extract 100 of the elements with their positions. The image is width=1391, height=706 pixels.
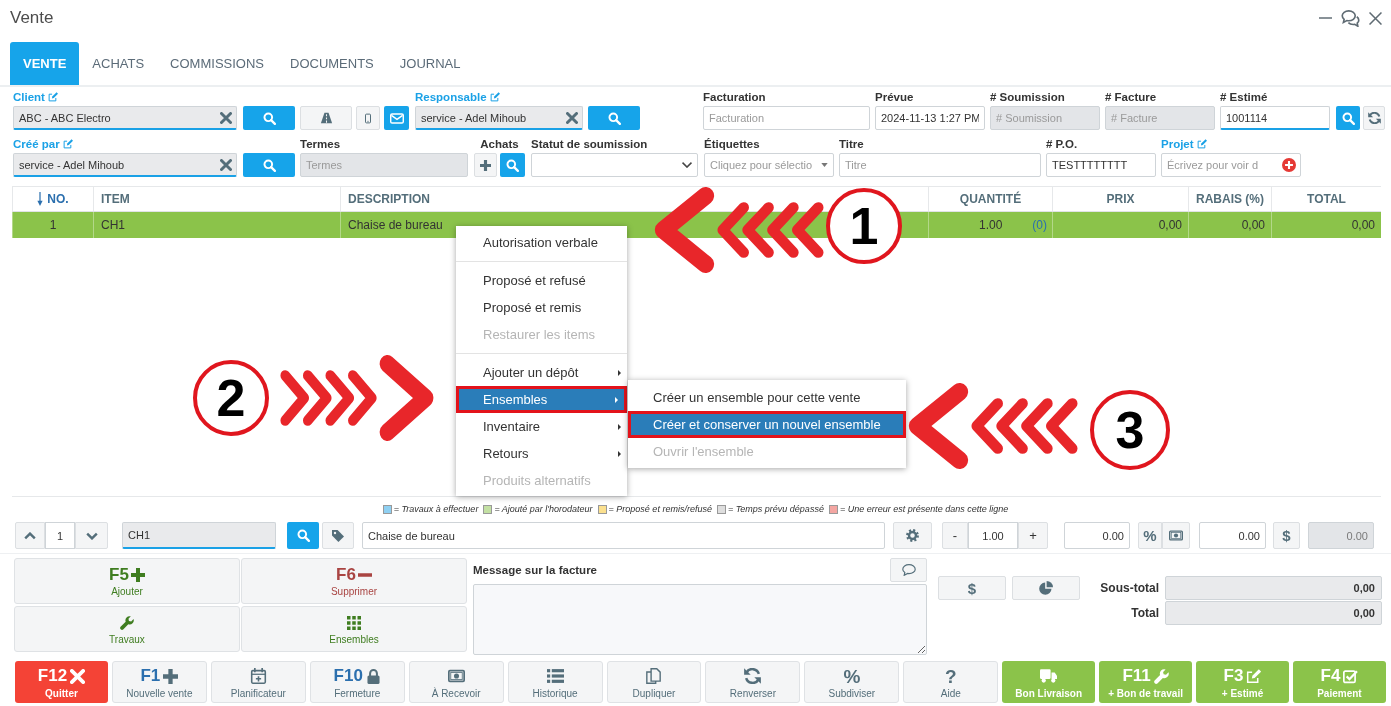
banknote-icon <box>447 668 465 684</box>
add-button[interactable] <box>474 153 497 177</box>
plus-circle-icon[interactable] <box>1282 158 1296 172</box>
clear-icon[interactable] <box>220 112 232 124</box>
reverse-button[interactable]: Renverser <box>705 661 801 703</box>
title-field[interactable]: Titre <box>839 153 1041 177</box>
history-button[interactable]: Historique <box>507 661 603 703</box>
action-button[interactable]: Ensembles <box>241 606 467 652</box>
scheduler-button[interactable]: Planificateur <box>210 661 306 703</box>
created-by-field[interactable]: service - Adel Mihoub <box>13 153 237 177</box>
tags-field[interactable]: Cliquez pour sélectio <box>704 153 834 177</box>
client-field[interactable]: ABC - ABC Electro <box>13 106 237 130</box>
field-label: Facturation <box>703 90 766 105</box>
duplicate-button[interactable]: Dupliquer <box>606 661 702 703</box>
column-header[interactable]: PRIX <box>1052 187 1188 211</box>
edit-icon <box>1246 668 1262 684</box>
previous-line-button[interactable] <box>15 522 45 549</box>
refresh-icon <box>1367 112 1381 124</box>
responsible-link[interactable]: Responsable <box>415 89 500 105</box>
action-button[interactable]: F5 Ajouter <box>14 558 240 604</box>
percent-button[interactable]: % <box>1138 522 1162 549</box>
tab[interactable]: JOURNAL <box>386 42 474 85</box>
quit-button[interactable]: F12 Quitter <box>15 661 108 703</box>
road-button[interactable] <box>300 106 352 130</box>
item-code-field[interactable]: CH1 <box>122 522 276 549</box>
window-title: Vente <box>10 8 54 28</box>
tab[interactable]: ACHATS <box>79 42 158 85</box>
search-button[interactable] <box>287 522 319 549</box>
quantity-field[interactable]: 1.00 <box>968 522 1018 549</box>
menu-item[interactable]: Retours <box>456 440 627 467</box>
project-field[interactable]: Écrivez pour voir d <box>1161 153 1301 177</box>
x-mark-icon <box>70 668 86 684</box>
clear-icon[interactable] <box>220 159 232 171</box>
responsible-field[interactable]: service - Adel Mihoub <box>415 106 583 130</box>
next-line-button[interactable] <box>75 522 108 549</box>
tab[interactable]: VENTE <box>10 42 80 85</box>
billing-field[interactable]: Facturation <box>703 106 870 130</box>
caret-icon <box>682 162 692 168</box>
tab[interactable]: COMMISSIONS <box>157 42 277 85</box>
menu-item[interactable]: Créer un ensemble pour cette vente <box>628 384 906 411</box>
menu-item[interactable]: Proposé et refusé <box>456 267 627 294</box>
sort-arrow-icon <box>37 192 44 206</box>
amount-field[interactable]: 0.00 <box>1199 522 1266 549</box>
action-button[interactable]: Travaux <box>14 606 240 652</box>
banknote-button[interactable] <box>1162 522 1190 549</box>
email-button[interactable] <box>384 106 409 130</box>
chart-button[interactable] <box>1012 576 1080 600</box>
column-header[interactable]: RABAIS (%) <box>1188 187 1271 211</box>
copy-icon <box>645 668 663 684</box>
column-header[interactable]: QUANTITÉ <box>928 187 1052 211</box>
comment-button[interactable] <box>890 558 927 582</box>
column-header[interactable]: TOTAL <box>1271 187 1381 211</box>
search-button[interactable] <box>1336 106 1360 130</box>
menu-item[interactable]: Ensembles <box>456 386 627 413</box>
menu-item[interactable]: Créer et conserver un nouvel ensemble <box>628 411 906 438</box>
column-header[interactable]: ITEM <box>93 187 340 211</box>
dollar-button[interactable]: $ <box>1273 522 1300 549</box>
help-button[interactable]: ? Aide <box>903 661 999 703</box>
close-icon[interactable] <box>1369 11 1382 25</box>
total-label: Sous-total <box>1100 581 1159 595</box>
action-button[interactable]: F6 Supprimer <box>241 558 467 604</box>
description-field[interactable]: Chaise de bureau <box>362 522 885 549</box>
amount-field[interactable]: 0.00 <box>1064 522 1130 549</box>
clear-icon[interactable] <box>566 112 578 124</box>
closing-button[interactable]: F10 Fermeture <box>309 661 405 703</box>
column-header[interactable]: NO. <box>12 187 93 211</box>
search-button[interactable] <box>588 106 640 130</box>
decrease-button[interactable]: - <box>942 522 968 549</box>
dollar-button[interactable]: $ <box>938 576 1006 600</box>
new-sale-button[interactable]: F1 Nouvelle vente <box>111 661 207 703</box>
chat-icon[interactable] <box>1341 9 1360 27</box>
refresh-button[interactable] <box>1363 106 1385 130</box>
settings-button[interactable] <box>893 522 932 549</box>
date-field[interactable]: 2024-11-13 1:27 PM <box>875 106 985 130</box>
estimate-number-field[interactable]: 1001114 <box>1220 106 1330 130</box>
increase-button[interactable]: + <box>1018 522 1048 549</box>
split-button[interactable]: % Subdiviser <box>804 661 900 703</box>
phone-button[interactable] <box>356 106 380 130</box>
menu-item[interactable]: Ajouter un dépôt <box>456 359 627 386</box>
tab[interactable]: DOCUMENTS <box>277 42 387 85</box>
invoice-message-field[interactable] <box>473 584 927 655</box>
search-button[interactable] <box>243 153 295 177</box>
client-link[interactable]: Client <box>13 89 58 105</box>
chevron-down-icon <box>85 531 98 540</box>
menu-item[interactable]: Proposé et remis <box>456 294 627 321</box>
receivable-button[interactable]: À Recevoir <box>408 661 504 703</box>
step-number: 3 <box>1090 390 1170 470</box>
legend-label: = Temps prévu dépassé <box>727 504 824 514</box>
line-number-field[interactable]: 1 <box>45 522 75 549</box>
submenu-arrow-icon <box>618 450 621 457</box>
created-by-link[interactable]: Créé par <box>13 136 73 152</box>
project-link[interactable]: Projet <box>1161 136 1207 152</box>
plus-icon <box>480 159 491 171</box>
tag-button[interactable] <box>322 522 354 549</box>
menu-item[interactable]: Inventaire <box>456 413 627 440</box>
search-button[interactable] <box>500 153 525 177</box>
field-label: Termes <box>300 137 341 152</box>
search-icon <box>262 158 276 172</box>
search-button[interactable] <box>243 106 295 130</box>
po-number-field[interactable]: TESTTTTTTTT <box>1046 153 1156 177</box>
